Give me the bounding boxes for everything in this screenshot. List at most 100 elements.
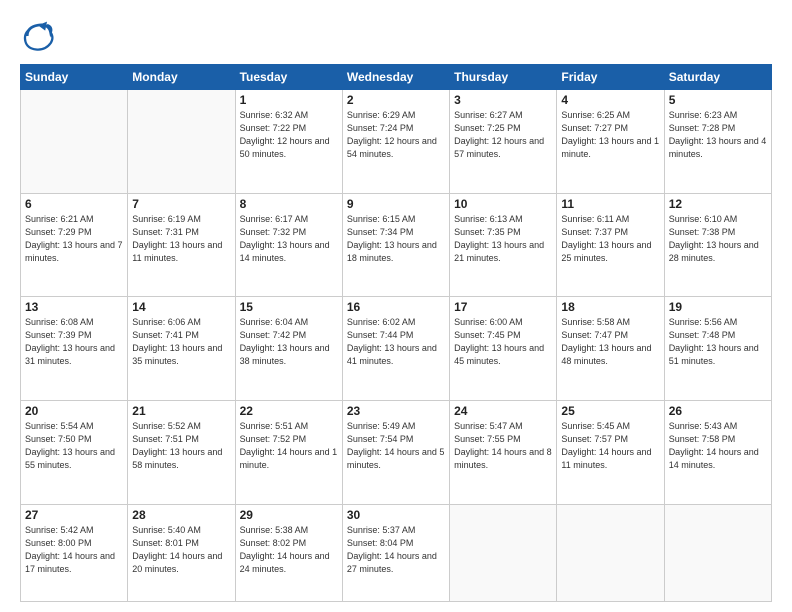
weekday-header-monday: Monday (128, 65, 235, 90)
day-number: 9 (347, 197, 445, 211)
calendar-cell: 24 Sunrise: 5:47 AMSunset: 7:55 PMDayligh… (450, 400, 557, 504)
day-detail: Sunrise: 6:13 AMSunset: 7:35 PMDaylight:… (454, 213, 552, 265)
calendar-cell: 29 Sunrise: 5:38 AMSunset: 8:02 PMDayligh… (235, 504, 342, 601)
calendar-cell: 17Sunrise: 6:00 AMSunset: 7:45 PMDayligh… (450, 297, 557, 401)
calendar-week-3: 13 Sunrise: 6:08 AMSunset: 7:39 PMDayligh… (21, 297, 772, 401)
calendar-cell: 10 Sunrise: 6:13 AMSunset: 7:35 PMDayligh… (450, 193, 557, 297)
calendar-cell: 14 Sunrise: 6:06 AMSunset: 7:41 PMDayligh… (128, 297, 235, 401)
day-number: 25 (561, 404, 659, 418)
calendar-header: SundayMondayTuesdayWednesdayThursdayFrid… (21, 65, 772, 90)
weekday-header-sunday: Sunday (21, 65, 128, 90)
day-detail: Sunrise: 5:42 AMSunset: 8:00 PMDaylight:… (25, 524, 123, 576)
day-detail: Sunrise: 5:43 AMSunset: 7:58 PMDaylight:… (669, 420, 767, 472)
calendar-cell: 20 Sunrise: 5:54 AMSunset: 7:50 PMDayligh… (21, 400, 128, 504)
day-detail: Sunrise: 6:17 AMSunset: 7:32 PMDaylight:… (240, 213, 338, 265)
calendar-cell: 23Sunrise: 5:49 AMSunset: 7:54 PMDayligh… (342, 400, 449, 504)
day-number: 6 (25, 197, 123, 211)
weekday-header-row: SundayMondayTuesdayWednesdayThursdayFrid… (21, 65, 772, 90)
calendar-cell (128, 90, 235, 194)
day-number: 14 (132, 300, 230, 314)
calendar-cell: 21 Sunrise: 5:52 AMSunset: 7:51 PMDayligh… (128, 400, 235, 504)
day-number: 10 (454, 197, 552, 211)
day-number: 21 (132, 404, 230, 418)
day-detail: Sunrise: 6:08 AMSunset: 7:39 PMDaylight:… (25, 316, 123, 368)
day-number: 29 (240, 508, 338, 522)
day-detail: Sunrise: 5:58 AMSunset: 7:47 PMDaylight:… (561, 316, 659, 368)
header (20, 18, 772, 54)
day-detail: Sunrise: 6:27 AMSunset: 7:25 PMDaylight:… (454, 109, 552, 161)
day-detail: Sunrise: 6:19 AMSunset: 7:31 PMDaylight:… (132, 213, 230, 265)
day-number: 19 (669, 300, 767, 314)
weekday-header-tuesday: Tuesday (235, 65, 342, 90)
calendar-week-4: 20 Sunrise: 5:54 AMSunset: 7:50 PMDayligh… (21, 400, 772, 504)
day-number: 5 (669, 93, 767, 107)
day-detail: Sunrise: 5:54 AMSunset: 7:50 PMDaylight:… (25, 420, 123, 472)
day-detail: Sunrise: 5:51 AMSunset: 7:52 PMDaylight:… (240, 420, 338, 472)
calendar-week-1: 1 Sunrise: 6:32 AMSunset: 7:22 PMDaylight… (21, 90, 772, 194)
calendar-cell: 3 Sunrise: 6:27 AMSunset: 7:25 PMDaylight… (450, 90, 557, 194)
day-number: 24 (454, 404, 552, 418)
calendar-cell: 9 Sunrise: 6:15 AMSunset: 7:34 PMDaylight… (342, 193, 449, 297)
day-number: 16 (347, 300, 445, 314)
day-detail: Sunrise: 6:32 AMSunset: 7:22 PMDaylight:… (240, 109, 338, 161)
day-detail: Sunrise: 6:23 AMSunset: 7:28 PMDaylight:… (669, 109, 767, 161)
logo-icon (20, 18, 56, 54)
calendar-cell: 26 Sunrise: 5:43 AMSunset: 7:58 PMDayligh… (664, 400, 771, 504)
day-detail: Sunrise: 5:38 AMSunset: 8:02 PMDaylight:… (240, 524, 338, 576)
day-number: 7 (132, 197, 230, 211)
day-detail: Sunrise: 6:02 AMSunset: 7:44 PMDaylight:… (347, 316, 445, 368)
day-number: 15 (240, 300, 338, 314)
calendar-cell: 13 Sunrise: 6:08 AMSunset: 7:39 PMDayligh… (21, 297, 128, 401)
calendar-cell: 4Sunrise: 6:25 AMSunset: 7:27 PMDaylight… (557, 90, 664, 194)
day-number: 1 (240, 93, 338, 107)
day-detail: Sunrise: 6:11 AMSunset: 7:37 PMDaylight:… (561, 213, 659, 265)
calendar-week-5: 27Sunrise: 5:42 AMSunset: 8:00 PMDayligh… (21, 504, 772, 601)
day-number: 8 (240, 197, 338, 211)
day-number: 26 (669, 404, 767, 418)
day-number: 4 (561, 93, 659, 107)
calendar-cell (664, 504, 771, 601)
calendar-cell: 11Sunrise: 6:11 AMSunset: 7:37 PMDayligh… (557, 193, 664, 297)
calendar-cell: 1 Sunrise: 6:32 AMSunset: 7:22 PMDaylight… (235, 90, 342, 194)
page: SundayMondayTuesdayWednesdayThursdayFrid… (0, 0, 792, 612)
day-number: 13 (25, 300, 123, 314)
calendar-cell (450, 504, 557, 601)
day-detail: Sunrise: 5:40 AMSunset: 8:01 PMDaylight:… (132, 524, 230, 576)
calendar-cell: 19Sunrise: 5:56 AMSunset: 7:48 PMDayligh… (664, 297, 771, 401)
calendar-cell: 25 Sunrise: 5:45 AMSunset: 7:57 PMDayligh… (557, 400, 664, 504)
day-number: 28 (132, 508, 230, 522)
calendar-cell: 28 Sunrise: 5:40 AMSunset: 8:01 PMDayligh… (128, 504, 235, 601)
calendar-body: 1 Sunrise: 6:32 AMSunset: 7:22 PMDaylight… (21, 90, 772, 602)
calendar-cell: 8 Sunrise: 6:17 AMSunset: 7:32 PMDaylight… (235, 193, 342, 297)
calendar-cell: 6Sunrise: 6:21 AMSunset: 7:29 PMDaylight… (21, 193, 128, 297)
day-detail: Sunrise: 6:04 AMSunset: 7:42 PMDaylight:… (240, 316, 338, 368)
day-detail: Sunrise: 6:29 AMSunset: 7:24 PMDaylight:… (347, 109, 445, 161)
calendar-cell: 22 Sunrise: 5:51 AMSunset: 7:52 PMDayligh… (235, 400, 342, 504)
day-detail: Sunrise: 6:10 AMSunset: 7:38 PMDaylight:… (669, 213, 767, 265)
calendar-cell: 27Sunrise: 5:42 AMSunset: 8:00 PMDayligh… (21, 504, 128, 601)
calendar-table: SundayMondayTuesdayWednesdayThursdayFrid… (20, 64, 772, 602)
day-number: 3 (454, 93, 552, 107)
calendar-week-2: 6Sunrise: 6:21 AMSunset: 7:29 PMDaylight… (21, 193, 772, 297)
day-detail: Sunrise: 5:52 AMSunset: 7:51 PMDaylight:… (132, 420, 230, 472)
day-detail: Sunrise: 6:00 AMSunset: 7:45 PMDaylight:… (454, 316, 552, 368)
calendar-cell: 30Sunrise: 5:37 AMSunset: 8:04 PMDayligh… (342, 504, 449, 601)
day-number: 2 (347, 93, 445, 107)
calendar-cell: 18 Sunrise: 5:58 AMSunset: 7:47 PMDayligh… (557, 297, 664, 401)
weekday-header-saturday: Saturday (664, 65, 771, 90)
logo (20, 18, 62, 54)
day-number: 18 (561, 300, 659, 314)
weekday-header-friday: Friday (557, 65, 664, 90)
day-number: 20 (25, 404, 123, 418)
weekday-header-thursday: Thursday (450, 65, 557, 90)
day-number: 23 (347, 404, 445, 418)
calendar-cell: 16 Sunrise: 6:02 AMSunset: 7:44 PMDayligh… (342, 297, 449, 401)
day-detail: Sunrise: 6:15 AMSunset: 7:34 PMDaylight:… (347, 213, 445, 265)
day-detail: Sunrise: 5:45 AMSunset: 7:57 PMDaylight:… (561, 420, 659, 472)
day-detail: Sunrise: 5:47 AMSunset: 7:55 PMDaylight:… (454, 420, 552, 472)
day-detail: Sunrise: 5:37 AMSunset: 8:04 PMDaylight:… (347, 524, 445, 576)
calendar-cell: 12 Sunrise: 6:10 AMSunset: 7:38 PMDayligh… (664, 193, 771, 297)
day-number: 22 (240, 404, 338, 418)
day-detail: Sunrise: 6:06 AMSunset: 7:41 PMDaylight:… (132, 316, 230, 368)
day-number: 12 (669, 197, 767, 211)
